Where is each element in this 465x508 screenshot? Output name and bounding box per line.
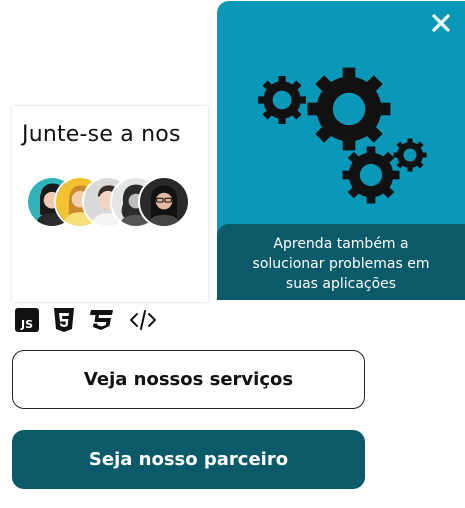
partner-button[interactable]: Seja nosso parceiro xyxy=(12,430,365,489)
gears-icon xyxy=(258,67,427,204)
avatar-group xyxy=(26,176,196,232)
promo-panel: Aprenda também a solucionar problemas em… xyxy=(217,1,465,300)
css3-icon xyxy=(88,307,116,333)
close-icon[interactable] xyxy=(431,13,451,33)
tech-icons: JS xyxy=(14,307,158,333)
code-icon xyxy=(128,307,158,333)
svg-text:JS: JS xyxy=(20,318,33,331)
html5-icon xyxy=(52,307,76,333)
services-button[interactable]: Veja nossos serviços xyxy=(12,350,365,409)
promo-caption: Aprenda também a solucionar problemas em… xyxy=(217,224,465,300)
join-card: Junte-se a nos xyxy=(12,106,208,302)
join-title: Junte-se a nos xyxy=(22,122,181,147)
promo-caption-line: Aprenda também a xyxy=(273,236,409,252)
promo-caption-line: solucionar problemas em xyxy=(252,256,430,272)
avatar xyxy=(138,176,190,228)
promo-caption-line: suas aplicações xyxy=(285,276,397,292)
javascript-icon: JS xyxy=(14,307,40,333)
